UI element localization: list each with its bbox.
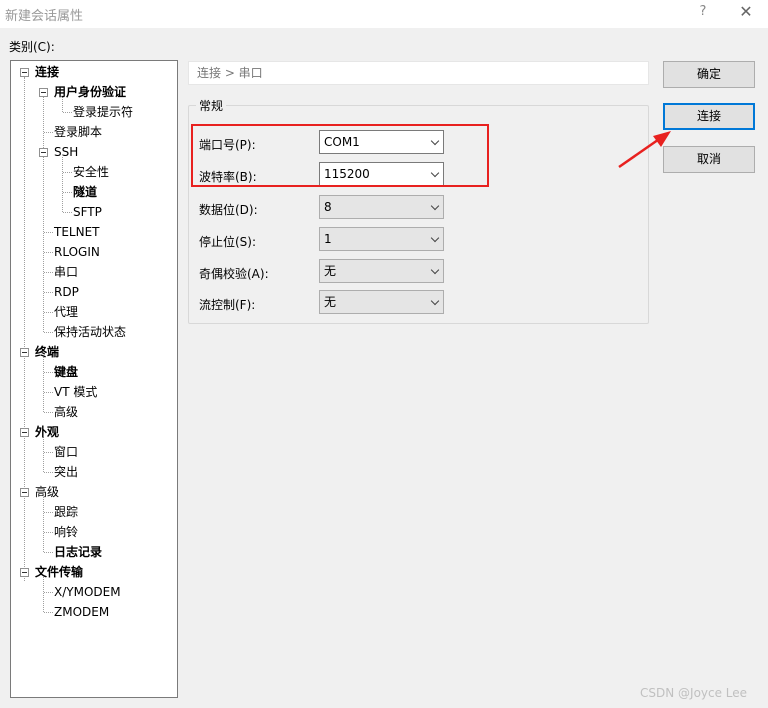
tree-item-logging[interactable]: 日志记录: [54, 542, 102, 562]
tree-item-telnet[interactable]: TELNET: [54, 222, 100, 242]
tree-item-terminal-advanced[interactable]: 高级: [54, 402, 78, 422]
tree-line: [24, 77, 25, 581]
chevron-down-icon: [430, 233, 440, 243]
collapse-icon[interactable]: [20, 428, 29, 437]
cancel-button[interactable]: 取消: [663, 146, 755, 173]
collapse-icon[interactable]: [39, 88, 48, 97]
parity-label: 奇偶校验(A):: [199, 267, 269, 281]
tree-line: [63, 172, 72, 173]
tree-line: [44, 232, 53, 233]
collapse-icon[interactable]: [20, 68, 29, 77]
flow-label: 流控制(F):: [199, 298, 256, 312]
tree-line: [44, 392, 53, 393]
help-icon[interactable]: ?: [696, 4, 710, 19]
tree-item-security[interactable]: 安全性: [73, 162, 109, 182]
collapse-icon[interactable]: [20, 348, 29, 357]
tree-item-proxy[interactable]: 代理: [54, 302, 78, 322]
tree-item-file-transfer[interactable]: 文件传输: [35, 562, 83, 582]
tree-line: [44, 552, 53, 553]
tree-line: [44, 252, 53, 253]
collapse-icon[interactable]: [20, 568, 29, 577]
data-bits-select[interactable]: 8: [319, 195, 444, 219]
tree-item-advanced[interactable]: 高级: [35, 482, 59, 502]
breadcrumb: 连接 > 串口: [188, 61, 649, 85]
flow-select[interactable]: 无: [319, 290, 444, 314]
tree-item-keyboard[interactable]: 键盘: [54, 362, 78, 382]
watermark: CSDN @Joyce Lee: [640, 686, 748, 700]
flow-value: 无: [324, 295, 337, 309]
tree-item-keepalive[interactable]: 保持活动状态: [54, 322, 126, 342]
chevron-down-icon: [430, 265, 440, 275]
tree-line: [63, 192, 72, 193]
collapse-icon[interactable]: [20, 488, 29, 497]
tree-item-user-auth[interactable]: 用户身份验证: [54, 82, 126, 102]
parity-select[interactable]: 无: [319, 259, 444, 283]
tree-line: [44, 332, 53, 333]
tree-line: [44, 592, 53, 593]
tree-line: [43, 497, 44, 552]
data-bits-value: 8: [324, 200, 332, 214]
tree-item-tunnel[interactable]: 隧道: [73, 182, 97, 202]
tree-line: [44, 292, 53, 293]
tree-item-highlight[interactable]: 突出: [54, 462, 78, 482]
tree-item-rlogin[interactable]: RLOGIN: [54, 242, 100, 262]
stop-bits-label: 停止位(S):: [199, 235, 257, 249]
tree-line: [44, 272, 53, 273]
tree-item-rdp[interactable]: RDP: [54, 282, 79, 302]
tree-item-sftp[interactable]: SFTP: [73, 202, 102, 222]
tree-line: [44, 412, 53, 413]
chevron-down-icon: [430, 296, 440, 306]
tree-item-window[interactable]: 窗口: [54, 442, 78, 462]
tree-line: [44, 452, 53, 453]
tree-line: [44, 512, 53, 513]
tree-line: [62, 157, 63, 212]
tree-line: [44, 312, 53, 313]
chevron-down-icon: [430, 201, 440, 211]
tree-line: [63, 112, 72, 113]
window-title: 新建会话属性: [5, 9, 84, 24]
tree-line: [43, 577, 44, 612]
tree-line: [43, 437, 44, 472]
tree-item-trace[interactable]: 跟踪: [54, 502, 78, 522]
tree-line: [44, 532, 53, 533]
tree-item-ssh[interactable]: SSH: [54, 142, 78, 162]
tree-item-vt-mode[interactable]: VT 模式: [54, 382, 97, 402]
tree-line: [44, 612, 53, 613]
tree-line: [43, 357, 44, 412]
tree-item-serial[interactable]: 串口: [54, 262, 78, 282]
annotation-box: [191, 124, 489, 187]
group-title: 常规: [196, 97, 227, 114]
tree-line: [44, 132, 53, 133]
stop-bits-value: 1: [324, 232, 332, 246]
tree-line: [44, 372, 53, 373]
category-tree[interactable]: 连接 用户身份验证 登录提示符 登录脚本 SSH 安全性 隧道 SFTP TEL…: [10, 60, 178, 698]
connect-button[interactable]: 连接: [663, 103, 755, 130]
tree-item-connection[interactable]: 连接: [35, 62, 59, 82]
tree-item-terminal[interactable]: 终端: [35, 342, 59, 362]
tree-item-xymodem[interactable]: X/YMODEM: [54, 582, 121, 602]
collapse-icon[interactable]: [39, 148, 48, 157]
title-bar: 新建会话属性 ? ✕: [0, 0, 768, 28]
stop-bits-select[interactable]: 1: [319, 227, 444, 251]
tree-line: [44, 472, 53, 473]
parity-value: 无: [324, 264, 337, 278]
tree-item-appearance[interactable]: 外观: [35, 422, 59, 442]
tree-item-login-prompts[interactable]: 登录提示符: [73, 102, 133, 122]
data-bits-label: 数据位(D):: [199, 203, 258, 217]
close-icon[interactable]: ✕: [737, 2, 755, 21]
tree-item-login-script[interactable]: 登录脚本: [54, 122, 102, 142]
tree-item-zmodem[interactable]: ZMODEM: [54, 602, 109, 622]
category-label: 类别(C):: [9, 40, 55, 54]
tree-line: [63, 212, 72, 213]
ok-button[interactable]: 确定: [663, 61, 755, 88]
tree-item-bell[interactable]: 响铃: [54, 522, 78, 542]
